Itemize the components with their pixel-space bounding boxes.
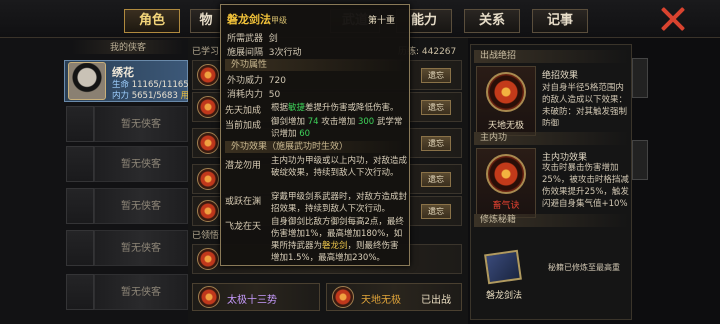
tooltip-cur-label: 当前加成 <box>225 121 262 131</box>
tooltip-effect-section: 外功效果（施展武功时生效） <box>225 141 405 153</box>
tooltip-power: 外功威力 720 <box>227 76 286 86</box>
skill-icon <box>332 286 354 308</box>
skill-icon <box>198 286 220 308</box>
tooltip-e2-text: 穿戴甲级剑系武器时，对敌方造成封招效果，持续到敌人下次行动。 <box>271 192 408 214</box>
tooltip-attr-section: 外功属性 <box>225 59 405 71</box>
fire-orb-icon <box>486 72 526 112</box>
forget-button[interactable]: 遗忘 <box>421 100 451 115</box>
tooltip-weapon: 所需武器 剑 <box>227 34 278 44</box>
side-tab[interactable] <box>632 58 648 98</box>
manual-name: 磐龙剑法 <box>485 291 522 301</box>
skill-tooltip: 磐龙剑法甲级 第十重 所需武器 剑 施展间隔 3次行动 外功属性 外功威力 72… <box>220 4 410 266</box>
companion-slot[interactable]: 暂无侠客 <box>94 188 188 224</box>
skill-icon <box>197 168 219 190</box>
tooltip-e1-text: 主内功为甲级或以上内功，对敌造成破绽效果，持续到敌人下次行动。 <box>271 156 408 178</box>
tooltip-e3-label: 飞龙在天 <box>225 222 262 232</box>
skill-icon <box>197 248 219 270</box>
slot-frame <box>66 146 94 182</box>
comprehended-header: 已领悟 <box>192 231 220 241</box>
tab-journal[interactable]: 记事 <box>532 9 588 33</box>
skill-row-taiji[interactable]: 太极十三势 <box>192 283 320 311</box>
mp-readout: 内力 5651/5683 用 <box>112 91 190 101</box>
skill-icon <box>197 96 219 118</box>
slot-frame <box>66 274 94 310</box>
tooltip-title: 磐龙剑法甲级 <box>227 13 287 26</box>
companion-slot[interactable]: 暂无侠客 <box>94 274 188 310</box>
manual-status: 秘籍已修炼至最高重 <box>548 263 620 272</box>
tab-character[interactable]: 角色 <box>124 9 180 33</box>
tooltip-interval: 施展间隔 3次行动 <box>227 48 302 58</box>
skill-name: 天地无极 <box>361 295 401 306</box>
ultimate-header: 出战绝招 <box>474 50 628 63</box>
avatar <box>68 62 106 100</box>
inner-name: 畜气诀 <box>492 201 520 211</box>
tooltip-e3-text: 自身御剑比敌方御剑每高2点，最终伤害增加1%，最高增加180%，如果所持武器为磐… <box>271 217 404 263</box>
close-icon[interactable] <box>660 6 686 32</box>
ultimate-effect-text: 对自身半径5格范围内的敌人造成以下效果：未破防：对其触发强制防御 <box>542 83 628 126</box>
forget-button[interactable]: 遗忘 <box>421 172 451 187</box>
forget-button[interactable]: 遗忘 <box>421 68 451 83</box>
forget-button[interactable]: 遗忘 <box>421 204 451 219</box>
equipped-status: 已出战 <box>421 295 451 306</box>
companion-slot[interactable]: 暂无侠客 <box>94 230 188 266</box>
ultimate-effect-title: 绝招效果 <box>542 71 579 81</box>
skill-name: 太极十三势 <box>227 295 277 306</box>
manual-header: 修炼秘籍 <box>474 214 628 227</box>
tooltip-cost: 消耗内力 50 <box>227 90 281 100</box>
skill-row-tiandi[interactable]: 天地无极 已出战 <box>326 283 462 311</box>
tab-relation[interactable]: 关系 <box>464 9 520 33</box>
ultimate-name: 天地无极 <box>487 121 524 131</box>
inner-effect-text: 攻击时暴击伤害增加25%，被攻击时格挡减伤效果提升25%，触发闪避自身集气值+1… <box>542 163 629 209</box>
slot-frame <box>66 106 94 142</box>
tooltip-first-label: 先天加成 <box>225 106 262 116</box>
tooltip-first-text: 根据敏捷差提升伤害或降低伤害。 <box>271 103 399 113</box>
forget-button[interactable]: 遗忘 <box>421 136 451 151</box>
slot-frame <box>66 230 94 266</box>
companion-slot[interactable]: 暂无侠客 <box>94 106 188 142</box>
side-tab[interactable] <box>632 140 648 180</box>
tooltip-e1-label: 潜龙勿用 <box>225 161 262 171</box>
tooltip-e2-label: 或跃在渊 <box>225 197 262 207</box>
inner-skill-icon <box>486 154 526 194</box>
tab-items[interactable]: 物 <box>190 9 222 33</box>
tooltip-level: 第十重 <box>367 16 395 26</box>
companion-header: 我的侠客 <box>72 40 184 54</box>
slot-frame <box>66 188 94 224</box>
skill-icon <box>197 132 219 154</box>
companion-slot[interactable]: 暂无侠客 <box>94 146 188 182</box>
skill-icon <box>197 200 219 222</box>
learned-header: 已学习 <box>192 47 220 57</box>
tooltip-cur-text: 御剑增加 74 攻击增加 300 武学常识增加 60 <box>271 117 403 139</box>
book-icon[interactable] <box>484 249 522 285</box>
inner-header: 主内功 <box>474 132 628 145</box>
skill-icon <box>197 64 219 86</box>
